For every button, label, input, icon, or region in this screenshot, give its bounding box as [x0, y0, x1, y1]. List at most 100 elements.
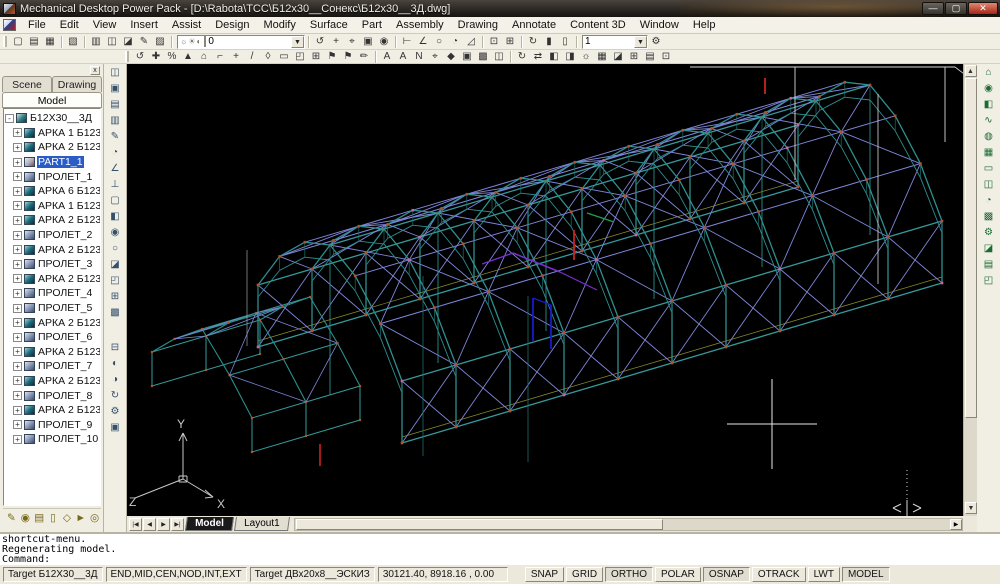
move-icon[interactable]: ✚: [148, 50, 164, 63]
selection-window-icon[interactable]: ⊡: [486, 35, 502, 48]
dimension-3d-icon[interactable]: ⊥: [106, 177, 124, 192]
text-align-icon[interactable]: A: [395, 50, 411, 63]
viewport-horizontal-scrollbar[interactable]: ▶: [294, 518, 963, 531]
content-calc-icon[interactable]: ⌂: [980, 65, 998, 80]
view-top-icon[interactable]: ◫: [106, 65, 124, 80]
expand-icon[interactable]: +: [13, 376, 22, 385]
expand-icon[interactable]: +: [13, 362, 22, 371]
new-part-icon[interactable]: ⊟: [106, 340, 124, 355]
expand-icon[interactable]: +: [13, 216, 22, 225]
revolve-icon[interactable]: ◉: [106, 225, 124, 240]
browser-update-icon[interactable]: ◇: [60, 511, 73, 524]
tree-item-арка-2-б1230-4[interactable]: +АРКА 2 Б1230_4: [5, 272, 100, 287]
shell-icon[interactable]: ◰: [106, 273, 124, 288]
image-icon[interactable]: ▩: [475, 50, 491, 63]
content-tools-icon[interactable]: ◰: [980, 273, 998, 288]
tree-item-арка-2-б1230-2[interactable]: +АРКА 2 Б1230_2: [5, 213, 100, 228]
selection-group-icon[interactable]: ⊞: [502, 35, 518, 48]
scale-percent-icon[interactable]: %: [164, 50, 180, 63]
expand-icon[interactable]: +: [13, 201, 22, 210]
fillet-3d-icon[interactable]: ◪: [106, 257, 124, 272]
sheet-nav-icon-0[interactable]: |◀: [129, 518, 142, 531]
toggle-snap[interactable]: SNAP: [525, 567, 564, 582]
new-file-icon[interactable]: ▢: [10, 35, 26, 48]
sheet-nav-icon-1[interactable]: ◀: [143, 518, 156, 531]
undo-icon[interactable]: ↺: [312, 35, 328, 48]
view-iso-icon[interactable]: ▥: [106, 113, 124, 128]
line-icon[interactable]: /: [244, 50, 260, 63]
tree-item-пролет-10[interactable]: +ПРОЛЕТ_10: [5, 432, 100, 447]
toggle-grid[interactable]: GRID: [566, 567, 603, 582]
combine-icon[interactable]: ⊞: [106, 289, 124, 304]
expand-icon[interactable]: +: [13, 318, 22, 327]
browser-folder-icon[interactable]: ▤: [33, 511, 46, 524]
toggle-osnap[interactable]: OSNAP: [703, 567, 750, 582]
materials-icon[interactable]: ▦: [594, 50, 610, 63]
maximize-button[interactable]: ▢: [945, 2, 967, 15]
menu-design[interactable]: Design: [208, 18, 256, 32]
expand-icon[interactable]: +: [13, 187, 22, 196]
sheet-icon[interactable]: ◫: [491, 50, 507, 63]
content-screws-icon[interactable]: ◍: [980, 129, 998, 144]
tree-item-part1-1[interactable]: +PART1_1: [5, 155, 100, 170]
tree-item-пролет-7[interactable]: +ПРОЛЕТ_7: [5, 359, 100, 374]
pattern-icon[interactable]: ▩: [106, 305, 124, 320]
expand-icon[interactable]: +: [13, 406, 22, 415]
tree-item-пролет-6[interactable]: +ПРОЛЕТ_6: [5, 330, 100, 345]
menu-file[interactable]: File: [21, 18, 53, 32]
vertical-scroll-thumb[interactable]: [965, 78, 977, 418]
scale-combo[interactable]: 1 ▼: [582, 35, 648, 49]
content-gear-icon[interactable]: ⚙: [980, 225, 998, 240]
scroll-up-icon[interactable]: ▲: [965, 65, 977, 77]
expand-icon[interactable]: +: [13, 391, 22, 400]
desktop-options-icon[interactable]: ⚙: [106, 404, 124, 419]
assembly-edit-icon[interactable]: ⊞: [626, 50, 642, 63]
menu-modify[interactable]: Modify: [256, 18, 302, 32]
toggle-ortho[interactable]: ORTHO: [605, 567, 653, 582]
drawing-viewport[interactable]: YXZ: [127, 64, 963, 516]
zoom-object-icon[interactable]: ⌖: [427, 50, 443, 63]
shade-icon[interactable]: ◧: [546, 50, 562, 63]
flag-prev-icon[interactable]: ▮: [541, 35, 557, 48]
lights-icon[interactable]: ☼: [578, 50, 594, 63]
menu-view[interactable]: View: [86, 18, 124, 32]
tree-item-арка-2-б1230-1[interactable]: +АРКА 2 Б1230_1: [5, 140, 100, 155]
surface-icon[interactable]: ⌂: [196, 50, 212, 63]
coordinates-readout[interactable]: 30121.40, 8918.16 , 0.00: [378, 567, 508, 582]
browser-trash-icon[interactable]: ▯: [47, 511, 60, 524]
flag-blue-icon[interactable]: ⚑: [340, 50, 356, 63]
zoom-previous-icon[interactable]: ◉: [376, 35, 392, 48]
update-icon[interactable]: ↻: [106, 388, 124, 403]
expand-icon[interactable]: +: [13, 158, 22, 167]
tree-item-арка-2-б1230-3[interactable]: +АРКА 2 Б1230_3: [5, 242, 100, 257]
tree-item-арка-2-б1230-6[interactable]: +АРКА 2 Б1230_6: [5, 315, 100, 330]
tab-layout1[interactable]: Layout1: [234, 517, 290, 531]
toggle-model[interactable]: MODEL: [842, 567, 890, 582]
open-icon[interactable]: ▤: [26, 35, 42, 48]
tree-item-арка-2-б1230-7[interactable]: +АРКА 2 Б1230_7: [5, 345, 100, 360]
view-side-icon[interactable]: ▤: [106, 97, 124, 112]
view-rotate-icon[interactable]: ↻: [514, 50, 530, 63]
browser-close-icon[interactable]: x: [90, 66, 100, 75]
document-icon[interactable]: [3, 19, 16, 31]
expand-icon[interactable]: +: [13, 231, 22, 240]
polyline-icon[interactable]: ⌐: [212, 50, 228, 63]
text-icon[interactable]: A: [379, 50, 395, 63]
menu-help[interactable]: Help: [686, 18, 723, 32]
menu-edit[interactable]: Edit: [53, 18, 86, 32]
tree-item-арка-1-б1230-1[interactable]: +АРКА 1 Б1230_1: [5, 126, 100, 141]
scale-combo-dropdown-icon[interactable]: ▼: [634, 36, 647, 48]
menu-assembly[interactable]: Assembly: [389, 18, 451, 32]
tree-item-арка-2-б1230-8[interactable]: +АРКА 2 Б1230_8: [5, 374, 100, 389]
menu-content-3d[interactable]: Content 3D: [563, 18, 633, 32]
content-steel-icon[interactable]: ▦: [980, 145, 998, 160]
tree-item-пролет-4[interactable]: +ПРОЛЕТ_4: [5, 286, 100, 301]
expand-icon[interactable]: +: [13, 143, 22, 152]
tree-item-б12x30-3д[interactable]: -Б12X30__3Д: [5, 111, 100, 126]
zoom-realtime-icon[interactable]: ⌖: [344, 35, 360, 48]
mtext-icon[interactable]: N: [411, 50, 427, 63]
tree-item-арка-6-б1230-1[interactable]: +АРКА 6 Б1230_1: [5, 184, 100, 199]
frame-icon[interactable]: ▣: [459, 50, 475, 63]
menu-window[interactable]: Window: [633, 18, 686, 32]
view-pan-icon[interactable]: ⇄: [530, 50, 546, 63]
